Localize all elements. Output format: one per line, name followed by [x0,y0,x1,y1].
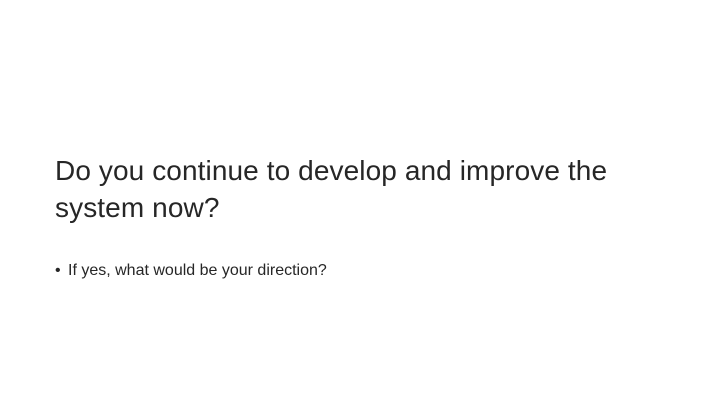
bullet-text: If yes, what would be your direction? [68,262,327,279]
bullet-list: • If yes, what would be your direction? [55,260,327,282]
bullet-marker: • [55,262,61,279]
slide-title: Do you continue to develop and improve t… [55,155,608,223]
slide: Do you continue to develop and improve t… [0,0,720,405]
bullet-item: • If yes, what would be your direction? [55,260,327,282]
